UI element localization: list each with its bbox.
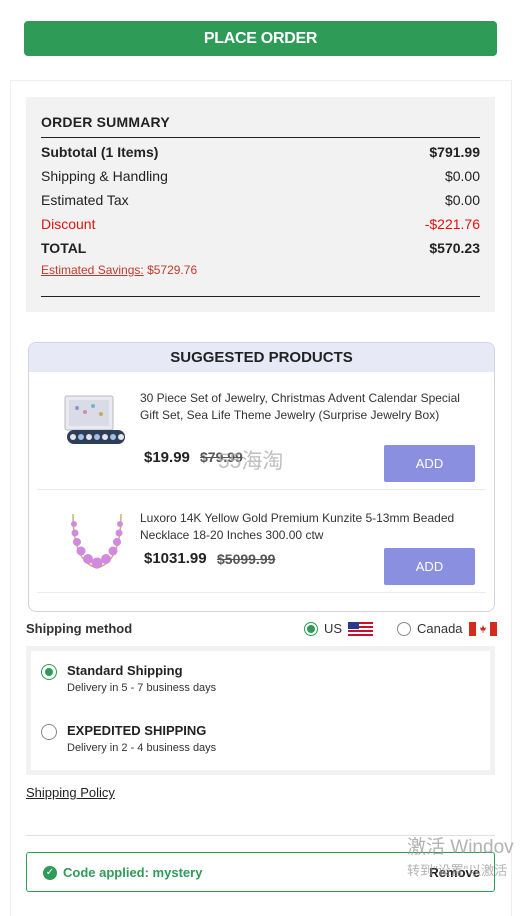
estimated-savings-value: $5729.76 <box>147 263 198 277</box>
estimated-savings: Estimated Savings: $5729.76 <box>41 263 197 277</box>
summary-label: Subtotal (1 Items) <box>41 144 159 160</box>
summary-value: $0.00 <box>444 168 480 184</box>
product-name[interactable]: 30 Piece Set of Jewelry, Christmas Adven… <box>140 390 470 424</box>
check-circle-icon: ✓ <box>43 865 57 880</box>
jewelry-box-image[interactable] <box>59 388 137 458</box>
shipping-option-subtitle: Delivery in 2 - 4 business days <box>67 742 217 754</box>
summary-row-shipping: Shipping & Handling $0.00 <box>41 168 480 188</box>
estimated-savings-label[interactable]: Estimated Savings: <box>41 263 144 277</box>
divider <box>37 489 486 490</box>
order-summary-title: ORDER SUMMARY <box>41 114 170 130</box>
pink-necklace-image[interactable] <box>59 506 137 576</box>
suggested-products: SUGGESTED PRODUCTS 30 Piece Set of Jewel… <box>28 342 495 612</box>
windows-activation-watermark-sub: 转到"设置"以激活 <box>407 863 508 878</box>
shipping-option-expedited[interactable]: EXPEDITED SHIPPING Delivery in 2 - 4 bus… <box>41 723 216 754</box>
radio-selected-icon[interactable] <box>41 664 57 680</box>
product-price: $1031.99 <box>144 550 207 567</box>
add-button[interactable]: ADD <box>384 445 475 482</box>
divider <box>41 296 480 297</box>
summary-row-tax: Estimated Tax $0.00 <box>41 192 480 212</box>
shipping-option-title: Standard Shipping <box>67 663 183 678</box>
coupon-status: ✓ Code applied: mystery <box>43 865 202 880</box>
coupon-text: Code applied: mystery <box>63 865 203 880</box>
country-option-canada[interactable]: Canada <box>397 621 497 636</box>
divider <box>41 137 480 138</box>
summary-row-discount: Discount -$221.76 <box>41 216 480 236</box>
country-label: Canada <box>417 621 463 636</box>
shipping-method-label: Shipping method <box>26 621 133 636</box>
product-name[interactable]: Luxoro 14K Yellow Gold Premium Kunzite 5… <box>140 510 470 544</box>
suggested-products-title: SUGGESTED PRODUCTS <box>29 343 494 372</box>
summary-value: $791.99 <box>429 144 480 160</box>
summary-label: Discount <box>41 216 96 232</box>
summary-label: Estimated Tax <box>41 192 129 208</box>
place-order-button[interactable]: PLACE ORDER <box>24 21 497 56</box>
product-old-price: $5099.99 <box>217 551 276 567</box>
radio-selected-icon[interactable] <box>304 621 318 636</box>
canada-flag-icon <box>468 621 497 636</box>
us-flag-icon <box>348 621 374 636</box>
shipping-policy-link[interactable]: Shipping Policy <box>26 785 115 800</box>
summary-value: $570.23 <box>429 240 480 256</box>
windows-activation-watermark: 激活 Windov <box>407 837 514 858</box>
summary-label: TOTAL <box>41 240 87 256</box>
country-option-us[interactable]: US <box>304 621 374 636</box>
radio-unselected-icon[interactable] <box>397 621 411 636</box>
divider <box>37 592 486 593</box>
summary-value: $0.00 <box>444 192 480 208</box>
product-price: $19.99 <box>144 449 190 466</box>
shipping-option-subtitle: Delivery in 5 - 7 business days <box>67 682 217 694</box>
summary-row-total: TOTAL $570.23 <box>41 240 480 260</box>
country-label: US <box>324 621 343 636</box>
summary-label: Shipping & Handling <box>41 168 168 184</box>
radio-unselected-icon[interactable] <box>41 724 57 740</box>
summary-value: -$221.76 <box>424 216 480 232</box>
summary-row-subtotal: Subtotal (1 Items) $791.99 <box>41 144 480 164</box>
shipping-option-standard[interactable]: Standard Shipping Delivery in 5 - 7 busi… <box>41 663 216 694</box>
add-button[interactable]: ADD <box>384 548 475 585</box>
shipping-option-title: EXPEDITED SHIPPING <box>67 723 207 738</box>
site-watermark: 55海淘 <box>218 450 284 473</box>
